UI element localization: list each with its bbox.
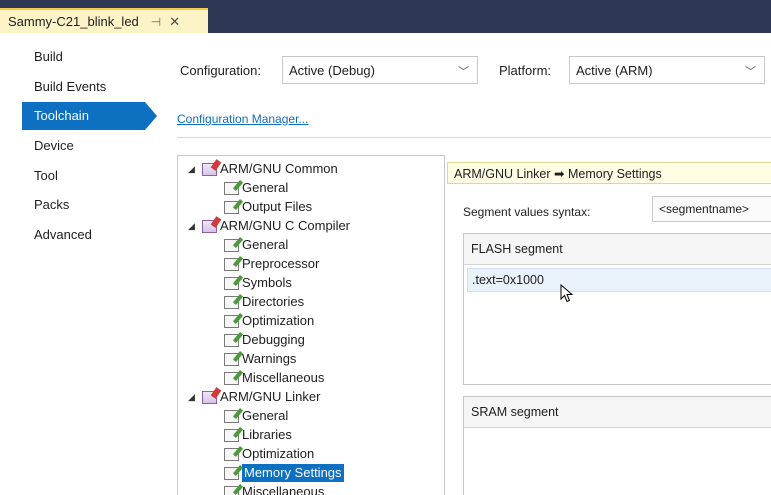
properties-page-icon (224, 409, 239, 423)
tree-node[interactable]: ◢ ARM/GNU Linker (188, 388, 320, 406)
properties-page-icon (224, 371, 239, 385)
tree-node-label: ARM/GNU C Compiler (220, 218, 351, 233)
tree-node[interactable]: General (224, 236, 288, 254)
tree-node-label: Directories (242, 294, 305, 309)
tree-node-label: General (242, 180, 289, 195)
close-icon[interactable]: ✕ (169, 14, 180, 30)
properties-page-icon (224, 485, 239, 495)
sidebar-item-tool[interactable]: Tool (0, 162, 150, 190)
sidebar-item-device[interactable]: Device (0, 132, 150, 160)
tree-node-label: ARM/GNU Linker (220, 389, 321, 404)
sidebar-item-toolchain[interactable]: Toolchain (22, 102, 157, 130)
properties-page-icon (224, 333, 239, 347)
tree-node[interactable]: Optimization (224, 445, 314, 463)
properties-page-icon (224, 352, 239, 366)
pin-icon[interactable]: ⊣ (151, 15, 161, 29)
properties-page-icon (224, 428, 239, 442)
divider (177, 137, 771, 138)
tree-node[interactable]: Warnings (224, 350, 296, 368)
sidebar: Build Build Events Toolchain Device Tool… (0, 33, 160, 495)
flash-segment-box: FLASH segment .text=0x1000 (463, 233, 771, 385)
tree-node-label: General (242, 237, 289, 252)
flash-segment-title: FLASH segment (464, 234, 771, 265)
tree-node-label: Optimization (242, 313, 315, 328)
tree-node[interactable]: ◢ ARM/GNU C Compiler (188, 217, 350, 235)
platform-label: Platform: (499, 63, 552, 78)
properties-page-icon (224, 314, 239, 328)
tree-node-label: Miscellaneous (242, 370, 325, 385)
chevron-down-icon: ﹀ (458, 66, 469, 78)
tree-node[interactable]: Directories (224, 293, 304, 311)
document-tab-title: Sammy-C21_blink_led (8, 14, 139, 29)
tree-node[interactable]: General (224, 407, 288, 425)
platform-value: Active (ARM) (576, 62, 653, 78)
tree-node-label: Libraries (242, 427, 292, 442)
properties-page-icon (224, 276, 239, 290)
tree-node[interactable]: Preprocessor (224, 255, 319, 273)
category-icon (202, 219, 217, 233)
tree-node[interactable]: Libraries (224, 426, 292, 444)
tree-node[interactable]: Optimization (224, 312, 314, 330)
tree-node[interactable]: Memory Settings (224, 464, 344, 482)
segment-syntax-label: Segment values syntax: (463, 205, 591, 219)
tree-node[interactable]: Debugging (224, 331, 305, 349)
platform-select[interactable]: Active (ARM) ﹀ (569, 56, 765, 84)
tree-node-label: Memory Settings (242, 464, 344, 482)
configuration-value: Active (Debug) (289, 62, 375, 78)
properties-page-icon (224, 466, 239, 480)
sidebar-item-packs[interactable]: Packs (0, 191, 150, 219)
properties-page-icon (224, 257, 239, 271)
properties-page-icon (224, 238, 239, 252)
tree-node[interactable]: ◢ ARM/GNU Common (188, 160, 338, 178)
flash-segment-input[interactable]: .text=0x1000 (467, 268, 771, 292)
sidebar-item-build-events[interactable]: Build Events (0, 73, 150, 101)
expand-arrow-icon[interactable]: ◢ (188, 217, 198, 235)
panel-breadcrumb: ARM/GNU Linker ➡ Memory Settings (447, 162, 771, 184)
configuration-manager-link[interactable]: Configuration Manager... (177, 112, 308, 126)
expand-arrow-icon[interactable]: ◢ (188, 388, 198, 406)
tree-node-label: General (242, 408, 289, 423)
tree-node-label: Output Files (242, 199, 313, 214)
settings-tree[interactable]: ◢ ARM/GNU Common General Output Files ◢ ARM/G… (177, 155, 445, 495)
tree-node-label: Debugging (242, 332, 305, 347)
category-icon (202, 390, 217, 404)
tree-node[interactable]: Output Files (224, 198, 312, 216)
properties-page-icon (224, 295, 239, 309)
tree-node[interactable]: Miscellaneous (224, 483, 324, 495)
tree-node-label: Optimization (242, 446, 315, 461)
configuration-label: Configuration: (180, 63, 261, 78)
category-icon (202, 162, 217, 176)
tree-node-label: ARM/GNU Common (220, 161, 338, 176)
document-tab[interactable]: Sammy-C21_blink_led ⊣ ✕ (0, 8, 208, 33)
sidebar-item-build[interactable]: Build (0, 43, 150, 71)
segment-syntax-select[interactable]: <segmentname> (652, 196, 771, 222)
expand-arrow-icon[interactable]: ◢ (188, 160, 198, 178)
tree-node-label: Warnings (242, 351, 297, 366)
tree-node-label: Symbols (242, 275, 292, 290)
chevron-down-icon: ﹀ (745, 66, 756, 78)
sidebar-item-advanced[interactable]: Advanced (0, 221, 150, 249)
properties-page-icon (224, 200, 239, 214)
document-tab-bar: Sammy-C21_blink_led ⊣ ✕ (0, 0, 771, 33)
tree-node[interactable]: Miscellaneous (224, 369, 324, 387)
tree-node-label: Miscellaneous (242, 484, 325, 495)
properties-page-icon (224, 181, 239, 195)
mouse-cursor-icon (560, 284, 574, 303)
tree-node[interactable]: General (224, 179, 288, 197)
configuration-select[interactable]: Active (Debug) ﹀ (282, 56, 478, 84)
tree-node[interactable]: Symbols (224, 274, 292, 292)
tree-node-label: Preprocessor (242, 256, 320, 271)
sram-segment-box: SRAM segment (463, 396, 771, 495)
properties-page-icon (224, 447, 239, 461)
sram-segment-title: SRAM segment (464, 397, 771, 428)
